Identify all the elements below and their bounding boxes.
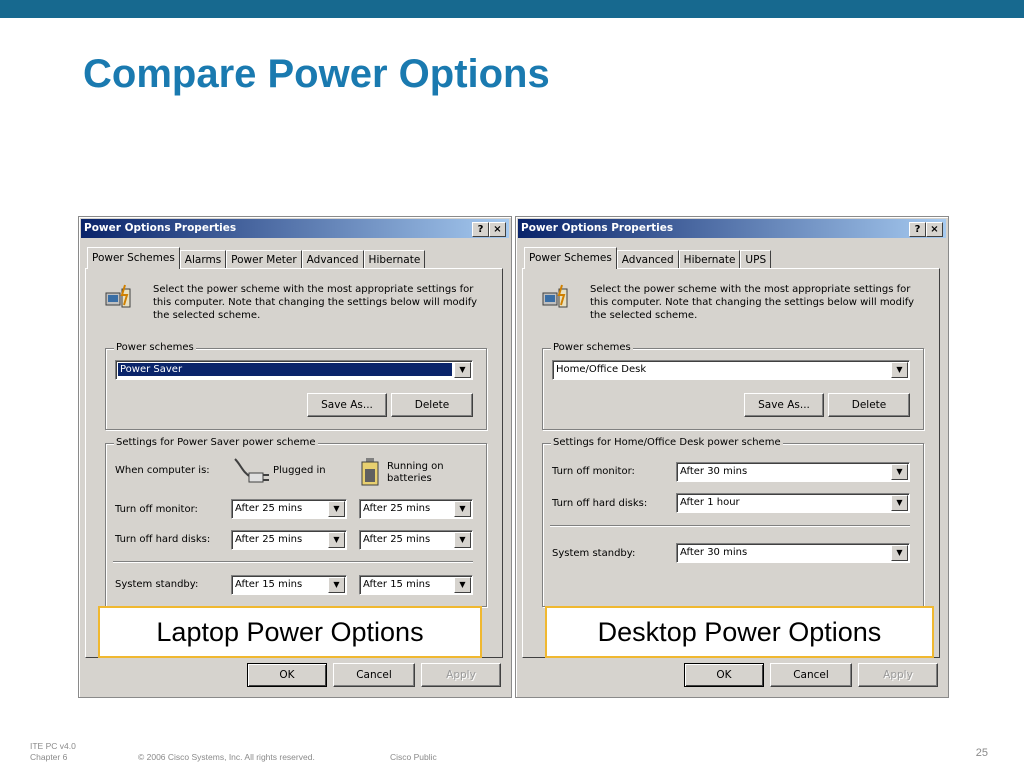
tab-hibernate[interactable]: Hibernate: [363, 250, 426, 269]
close-button[interactable]: ×: [926, 222, 943, 237]
apply-button[interactable]: Apply: [858, 663, 938, 687]
intro-text: Select the power scheme with the most ap…: [153, 284, 478, 321]
standby-battery-value: After 15 mins: [363, 579, 431, 590]
tab-ups[interactable]: UPS: [740, 250, 772, 269]
close-button[interactable]: ×: [489, 222, 506, 237]
power-schemes-legend: Power schemes: [551, 342, 633, 353]
chevron-down-icon[interactable]: ▼: [454, 362, 471, 378]
disks-plugged-select[interactable]: After 25 mins ▼: [231, 530, 347, 550]
scheme-settings-legend: Settings for Power Saver power scheme: [114, 437, 318, 448]
monitor-plugged-value: After 25 mins: [235, 503, 303, 514]
desktop-callout: Desktop Power Options: [545, 606, 934, 658]
laptop-callout: Laptop Power Options: [98, 606, 482, 658]
cancel-button[interactable]: Cancel: [770, 663, 852, 687]
power-scheme-icon: [542, 284, 568, 308]
chevron-down-icon[interactable]: ▼: [891, 545, 908, 561]
turn-off-hard-disks-label: Turn off hard disks:: [552, 498, 648, 509]
tab-power-schemes[interactable]: Power Schemes: [524, 247, 617, 269]
disks-battery-value: After 25 mins: [363, 534, 431, 545]
intro-text: Select the power scheme with the most ap…: [590, 284, 915, 321]
chevron-down-icon[interactable]: ▼: [891, 362, 908, 378]
tab-power-schemes[interactable]: Power Schemes: [87, 247, 180, 269]
dialog-titlebar: Power Options Properties ? ×: [81, 219, 509, 238]
power-schemes-legend: Power schemes: [114, 342, 196, 353]
chevron-down-icon[interactable]: ▼: [454, 577, 471, 593]
tab-alarms[interactable]: Alarms: [179, 250, 227, 269]
plugged-in-label: Plugged in: [273, 465, 326, 476]
monitor-value: After 30 mins: [680, 466, 748, 477]
chevron-down-icon[interactable]: ▼: [454, 501, 471, 517]
disks-select[interactable]: After 1 hour ▼: [676, 493, 910, 513]
help-button[interactable]: ?: [472, 222, 489, 237]
standby-plugged-select[interactable]: After 15 mins ▼: [231, 575, 347, 595]
tab-advanced[interactable]: Advanced: [616, 250, 679, 269]
tab-strip: Power Schemes Advanced Hibernate UPS: [524, 247, 772, 269]
chevron-down-icon[interactable]: ▼: [328, 501, 345, 517]
chevron-down-icon[interactable]: ▼: [454, 532, 471, 548]
standby-plugged-value: After 15 mins: [235, 579, 303, 590]
turn-off-monitor-label: Turn off monitor:: [115, 504, 198, 515]
dialog-titlebar: Power Options Properties ? ×: [518, 219, 946, 238]
delete-button[interactable]: Delete: [828, 393, 910, 417]
standby-battery-select[interactable]: After 15 mins ▼: [359, 575, 473, 595]
turn-off-monitor-label: Turn off monitor:: [552, 466, 635, 477]
help-button[interactable]: ?: [909, 222, 926, 237]
standby-value: After 30 mins: [680, 547, 748, 558]
system-standby-label: System standby:: [552, 548, 636, 559]
scheme-settings-legend: Settings for Home/Office Desk power sche…: [551, 437, 783, 448]
system-standby-label: System standby:: [115, 579, 199, 590]
tab-strip: Power Schemes Alarms Power Meter Advance…: [87, 247, 426, 269]
footer-course-info: ITE PC v4.0 Chapter 6: [30, 741, 76, 763]
standby-select[interactable]: After 30 mins ▼: [676, 543, 910, 563]
power-scheme-select[interactable]: Power Saver ▼: [115, 360, 473, 380]
monitor-plugged-select[interactable]: After 25 mins ▼: [231, 499, 347, 519]
tab-advanced[interactable]: Advanced: [301, 250, 364, 269]
monitor-select[interactable]: After 30 mins ▼: [676, 462, 910, 482]
power-scheme-icon: [105, 284, 131, 308]
dialog-title: Power Options Properties: [521, 222, 674, 234]
dialog-title: Power Options Properties: [84, 222, 237, 234]
cancel-button[interactable]: Cancel: [333, 663, 415, 687]
ok-button[interactable]: OK: [684, 663, 764, 687]
tab-power-meter[interactable]: Power Meter: [226, 250, 302, 269]
chevron-down-icon[interactable]: ▼: [328, 577, 345, 593]
disks-value: After 1 hour: [680, 497, 740, 508]
tab-hibernate[interactable]: Hibernate: [678, 250, 741, 269]
save-as-button[interactable]: Save As...: [307, 393, 387, 417]
delete-button[interactable]: Delete: [391, 393, 473, 417]
footer-copyright: © 2006 Cisco Systems, Inc. All rights re…: [138, 752, 315, 762]
save-as-button[interactable]: Save As...: [744, 393, 824, 417]
disks-battery-select[interactable]: After 25 mins ▼: [359, 530, 473, 550]
footer-chapter: Chapter 6: [30, 752, 68, 762]
chevron-down-icon[interactable]: ▼: [328, 532, 345, 548]
footer-classification: Cisco Public: [390, 752, 437, 762]
page-number: 25: [975, 747, 988, 759]
apply-button[interactable]: Apply: [421, 663, 501, 687]
chevron-down-icon[interactable]: ▼: [891, 495, 908, 511]
settings-separator: [113, 561, 473, 563]
power-scheme-value: Power Saver: [118, 363, 452, 376]
plug-icon: [234, 458, 269, 483]
when-computer-is-label: When computer is:: [115, 465, 210, 476]
chevron-down-icon[interactable]: ▼: [891, 464, 908, 480]
top-accent-bar: [0, 0, 1024, 18]
power-scheme-value: Home/Office Desk: [556, 364, 647, 375]
disks-plugged-value: After 25 mins: [235, 534, 303, 545]
power-scheme-select[interactable]: Home/Office Desk ▼: [552, 360, 910, 380]
monitor-battery-select[interactable]: After 25 mins ▼: [359, 499, 473, 519]
monitor-battery-value: After 25 mins: [363, 503, 431, 514]
footer-course: ITE PC v4.0: [30, 741, 76, 751]
turn-off-hard-disks-label: Turn off hard disks:: [115, 534, 211, 545]
battery-icon: [361, 458, 379, 486]
ok-button[interactable]: OK: [247, 663, 327, 687]
slide-title: Compare Power Options: [83, 52, 550, 96]
settings-separator: [550, 525, 910, 527]
running-on-batteries-label: Running on batteries: [387, 461, 444, 484]
